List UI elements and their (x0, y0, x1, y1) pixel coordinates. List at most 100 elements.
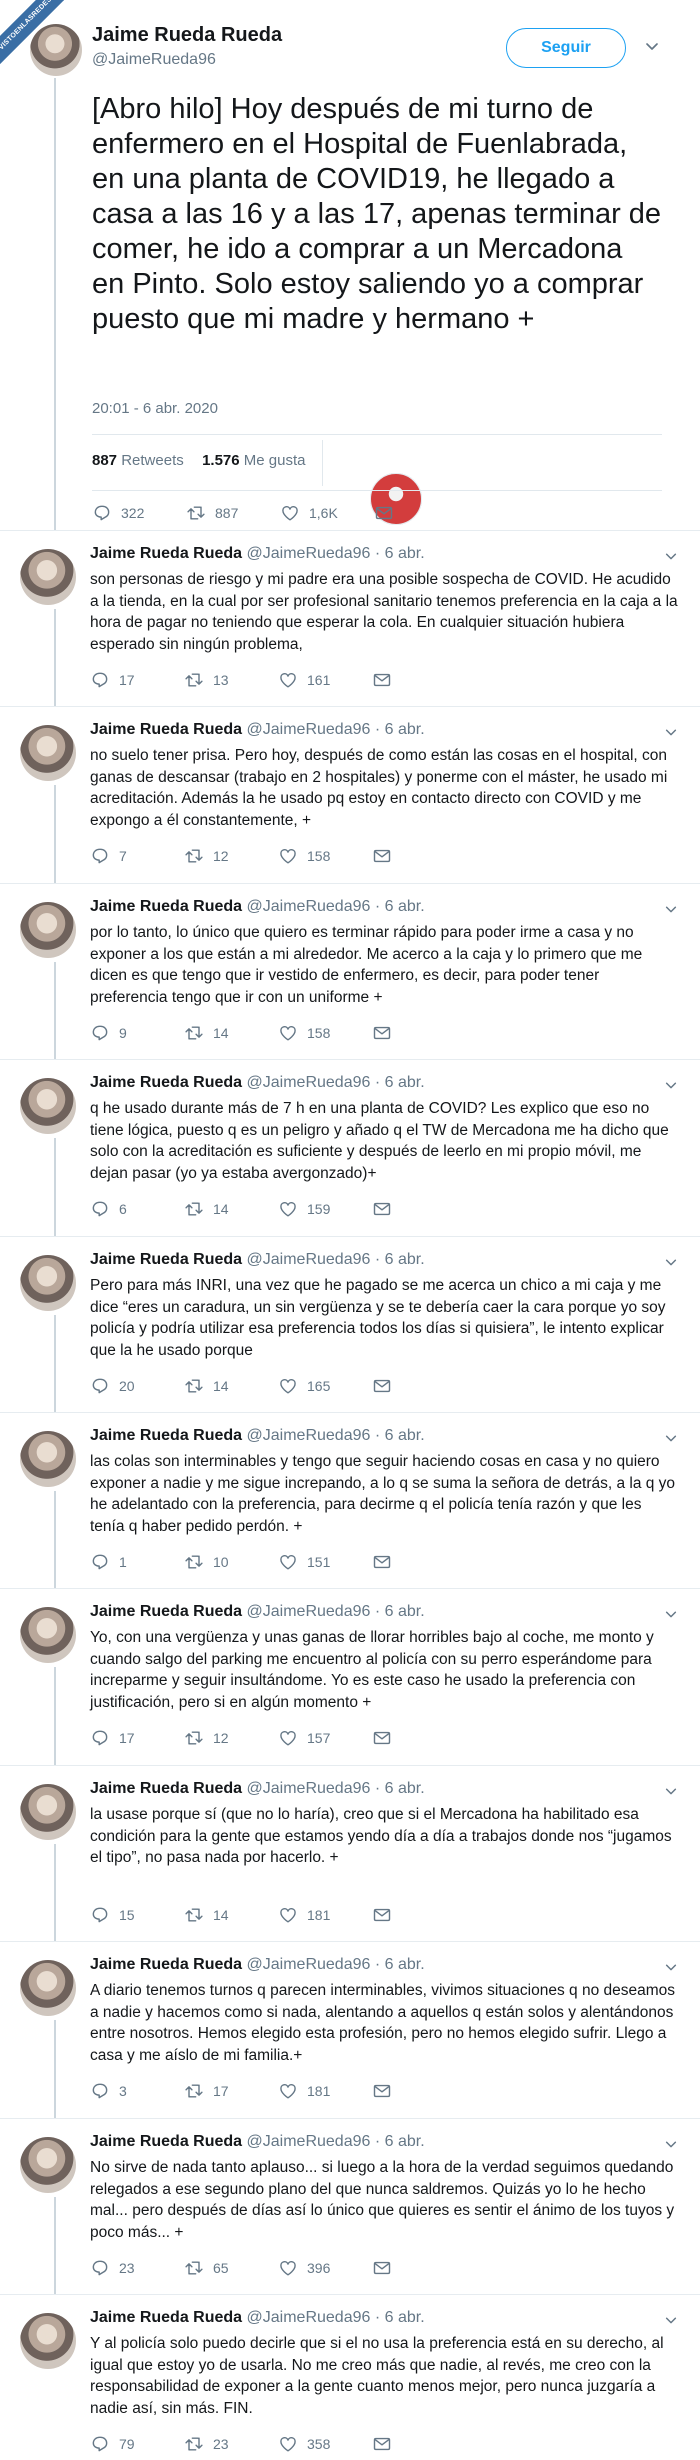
author-name[interactable]: Jaime Rueda Rueda (90, 1427, 242, 1444)
like-button[interactable]: 158 (278, 1022, 330, 1044)
chevron-down-icon[interactable] (664, 1255, 678, 1269)
likes-label[interactable]: Me gusta (244, 452, 306, 469)
reply-tweet[interactable]: Jaime Rueda Rueda @JaimeRueda96 · 6 abr.… (0, 530, 700, 707)
chevron-down-icon[interactable] (664, 1431, 678, 1445)
reply-tweet[interactable]: Jaime Rueda Rueda @JaimeRueda96 · 6 abr.… (0, 1059, 700, 1236)
author-handle[interactable]: @JaimeRueda96 (247, 1427, 371, 1444)
tweet-date[interactable]: 6 abr. (385, 1780, 425, 1797)
author-name[interactable]: Jaime Rueda Rueda (90, 898, 242, 915)
author-name[interactable]: Jaime Rueda Rueda (90, 2133, 242, 2150)
message-button[interactable] (372, 1904, 401, 1926)
reply-tweet[interactable]: Jaime Rueda Rueda @JaimeRueda96 · 6 abr.… (0, 1765, 700, 1942)
like-button[interactable]: 358 (278, 2433, 330, 2455)
tweet-date[interactable]: 6 abr. (385, 1427, 425, 1444)
likes-count[interactable]: 1.576 (202, 452, 240, 469)
author-handle[interactable]: @JaimeRueda96 (247, 898, 371, 915)
author-handle[interactable]: @JaimeRueda96 (247, 2309, 371, 2326)
retweet-button[interactable]: 14 (184, 1375, 229, 1397)
message-button[interactable] (372, 2433, 401, 2455)
reply-button[interactable]: 17 (90, 1727, 135, 1749)
reply-tweet[interactable]: Jaime Rueda Rueda @JaimeRueda96 · 6 abr.… (0, 1412, 700, 1589)
chevron-down-icon[interactable] (664, 1960, 678, 1974)
retweet-button[interactable]: 14 (184, 1022, 229, 1044)
message-button[interactable] (372, 1022, 401, 1044)
reply-button[interactable]: 20 (90, 1375, 135, 1397)
author-name[interactable]: Jaime Rueda Rueda (90, 1074, 242, 1091)
tweet-date[interactable]: 6 abr. (385, 898, 425, 915)
tweet-date[interactable]: 6 abr. (385, 2133, 425, 2150)
author-name[interactable]: Jaime Rueda Rueda (90, 1603, 242, 1620)
reply-tweet[interactable]: Jaime Rueda Rueda @JaimeRueda96 · 6 abr.… (0, 883, 700, 1060)
message-button[interactable] (372, 2257, 401, 2279)
chevron-down-icon[interactable] (644, 38, 660, 54)
avatar[interactable] (20, 1607, 76, 1663)
author-name[interactable]: Jaime Rueda Rueda (90, 2309, 242, 2326)
like-button[interactable]: 159 (278, 1198, 330, 1220)
reply-tweet[interactable]: Jaime Rueda Rueda @JaimeRueda96 · 6 abr.… (0, 1588, 700, 1765)
tweet-date[interactable]: 6 abr. (385, 1603, 425, 1620)
follow-button[interactable]: Seguir (506, 28, 626, 68)
message-button[interactable] (372, 669, 401, 691)
author-handle[interactable]: @JaimeRueda96 (247, 1956, 371, 1973)
chevron-down-icon[interactable] (664, 1784, 678, 1798)
like-button[interactable]: 396 (278, 2257, 330, 2279)
tweet-date[interactable]: 6 abr. (385, 545, 425, 562)
retweet-button[interactable]: 65 (184, 2257, 229, 2279)
retweet-button[interactable]: 10 (184, 1551, 229, 1573)
retweet-button[interactable]: 23 (184, 2433, 229, 2455)
message-button[interactable] (372, 1198, 401, 1220)
author-name[interactable]: Jaime Rueda Rueda (90, 545, 242, 562)
chevron-down-icon[interactable] (664, 725, 678, 739)
message-button[interactable] (372, 2080, 401, 2102)
message-button[interactable] (372, 845, 401, 867)
tweet-timestamp[interactable]: 20:01 - 6 abr. 2020 (92, 400, 218, 417)
like-button[interactable]: 165 (278, 1375, 330, 1397)
avatar[interactable] (20, 2313, 76, 2369)
avatar[interactable] (20, 725, 76, 781)
reply-button[interactable]: 79 (90, 2433, 135, 2455)
reply-tweet[interactable]: Jaime Rueda Rueda @JaimeRueda96 · 6 abr.… (0, 1236, 700, 1413)
avatar[interactable] (20, 1431, 76, 1487)
reply-tweet[interactable]: Jaime Rueda Rueda @JaimeRueda96 · 6 abr.… (0, 1941, 700, 2118)
tweet-date[interactable]: 6 abr. (385, 1956, 425, 1973)
retweet-button[interactable]: 14 (184, 1904, 229, 1926)
author-handle[interactable]: @JaimeRueda96 (247, 1603, 371, 1620)
author-handle[interactable]: @JaimeRueda96 (247, 545, 371, 562)
chevron-down-icon[interactable] (664, 902, 678, 916)
tweet-date[interactable]: 6 abr. (385, 1074, 425, 1091)
retweets-label[interactable]: Retweets (121, 452, 184, 469)
retweet-button[interactable]: 14 (184, 1198, 229, 1220)
reply-button[interactable]: 7 (90, 845, 127, 867)
reply-button[interactable]: 15 (90, 1904, 135, 1926)
reply-button[interactable]: 9 (90, 1022, 127, 1044)
reply-tweet[interactable]: Jaime Rueda Rueda @JaimeRueda96 · 6 abr.… (0, 2294, 700, 2460)
reply-button[interactable]: 17 (90, 669, 135, 691)
tweet-date[interactable]: 6 abr. (385, 1251, 425, 1268)
avatar[interactable] (20, 549, 76, 605)
like-button[interactable]: 181 (278, 2080, 330, 2102)
message-button[interactable] (374, 502, 403, 524)
chevron-down-icon[interactable] (664, 1078, 678, 1092)
tweet-date[interactable]: 6 abr. (385, 721, 425, 738)
retweets-count[interactable]: 887 (92, 452, 117, 469)
author-handle[interactable]: @JaimeRueda96 (92, 51, 216, 69)
like-button[interactable]: 161 (278, 669, 330, 691)
reply-tweet[interactable]: Jaime Rueda Rueda @JaimeRueda96 · 6 abr.… (0, 2118, 700, 2295)
reply-button[interactable]: 322 (92, 502, 144, 524)
message-button[interactable] (372, 1551, 401, 1573)
avatar[interactable] (20, 902, 76, 958)
like-button[interactable]: 1,6K (280, 502, 338, 524)
retweet-button[interactable]: 12 (184, 1727, 229, 1749)
author-name[interactable]: Jaime Rueda Rueda (90, 1251, 242, 1268)
retweet-button[interactable]: 12 (184, 845, 229, 867)
chevron-down-icon[interactable] (664, 2313, 678, 2327)
avatar[interactable] (20, 2137, 76, 2193)
author-handle[interactable]: @JaimeRueda96 (247, 2133, 371, 2150)
retweet-button[interactable]: 887 (186, 502, 238, 524)
chevron-down-icon[interactable] (664, 549, 678, 563)
reply-tweet[interactable]: Jaime Rueda Rueda @JaimeRueda96 · 6 abr.… (0, 706, 700, 883)
like-button[interactable]: 158 (278, 845, 330, 867)
author-handle[interactable]: @JaimeRueda96 (247, 1251, 371, 1268)
chevron-down-icon[interactable] (664, 2137, 678, 2151)
message-button[interactable] (372, 1375, 401, 1397)
